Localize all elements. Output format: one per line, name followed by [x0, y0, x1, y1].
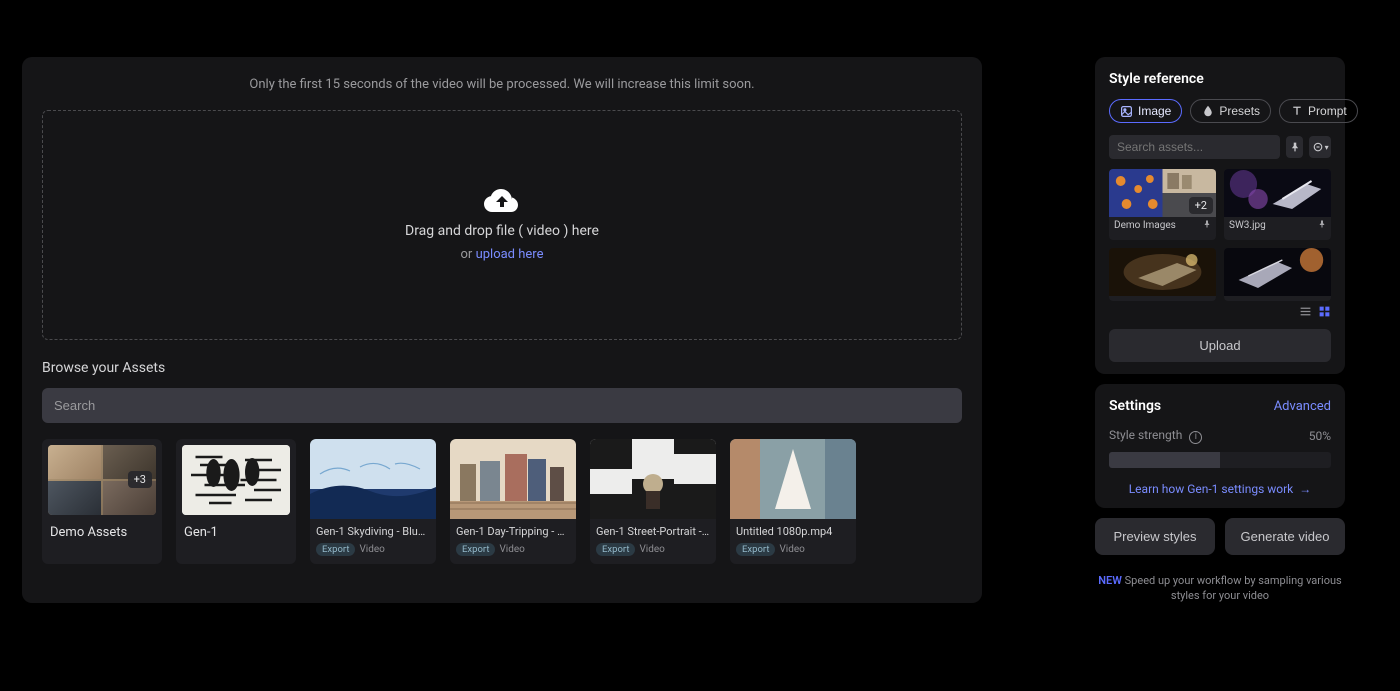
arrow-right-icon: →	[1299, 482, 1311, 496]
asset-video-card[interactable]: Untitled 1080p.mp4 Export Video	[730, 439, 856, 564]
tab-image[interactable]: Image	[1109, 99, 1182, 123]
side-panel: Style reference Image Presets Prompt ▾	[1095, 57, 1345, 603]
export-chip: Export	[316, 543, 355, 556]
style-asset-item[interactable]	[1224, 248, 1331, 302]
grid-view-icon[interactable]	[1318, 305, 1331, 321]
upload-cloud-icon	[484, 189, 520, 215]
dropzone-sub-text: or upload here	[461, 247, 544, 262]
style-search-input[interactable]	[1109, 135, 1280, 159]
options-button[interactable]: ▾	[1309, 136, 1331, 158]
type-chip: Video	[779, 544, 804, 555]
image-icon	[1120, 105, 1133, 118]
action-row: Preview styles Generate video	[1095, 518, 1345, 555]
strength-slider[interactable]	[1109, 452, 1331, 468]
browse-assets-heading: Browse your Assets	[42, 360, 962, 376]
pin-icon	[1318, 220, 1326, 231]
tab-prompt[interactable]: Prompt	[1279, 99, 1358, 123]
folder-name-label: Gen-1	[182, 525, 290, 540]
video-title: Untitled 1080p.mp4	[736, 525, 850, 538]
folder-gen-1[interactable]: Gen-1	[176, 439, 296, 564]
video-title: Gen-1 Skydiving - Blue ...	[316, 525, 430, 538]
style-reference-title: Style reference	[1109, 71, 1331, 87]
tab-presets[interactable]: Presets	[1190, 99, 1271, 123]
style-reference-card: Style reference Image Presets Prompt ▾	[1095, 57, 1345, 374]
export-chip: Export	[596, 543, 635, 556]
view-toggle	[1109, 305, 1331, 321]
new-badge: NEW	[1098, 574, 1122, 587]
settings-card: Settings Advanced Style strength i 50% L…	[1095, 384, 1345, 508]
text-icon	[1290, 105, 1303, 118]
learn-settings-link[interactable]: Learn how Gen-1 settings work →	[1109, 482, 1331, 496]
workflow-tip: NEW Speed up your workflow by sampling v…	[1095, 573, 1345, 604]
advanced-link[interactable]: Advanced	[1274, 399, 1331, 414]
asset-row: +3 Demo Assets Gen-1	[42, 439, 962, 564]
slider-fill	[1109, 452, 1220, 468]
asset-search-input[interactable]	[42, 388, 962, 423]
style-asset-demo-images[interactable]: +2 Demo Images	[1109, 169, 1216, 240]
droplet-icon	[1201, 105, 1214, 118]
asset-video-card[interactable]: Gen-1 Day-Tripping - W... Export Video	[450, 439, 576, 564]
pin-icon	[1203, 220, 1211, 231]
type-chip: Video	[359, 544, 384, 555]
pin-filter-button[interactable]	[1286, 136, 1303, 158]
asset-video-card[interactable]: Gen-1 Skydiving - Blue ... Export Video	[310, 439, 436, 564]
export-chip: Export	[736, 543, 775, 556]
type-chip: Video	[639, 544, 664, 555]
info-icon[interactable]: i	[1189, 431, 1202, 444]
style-count-badge: +2	[1189, 197, 1213, 214]
strength-label: Style strength	[1109, 428, 1182, 442]
video-title: Gen-1 Street-Portrait - ...	[596, 525, 710, 538]
dropzone-main-text: Drag and drop file ( video ) here	[405, 223, 599, 239]
preview-styles-button[interactable]: Preview styles	[1095, 518, 1215, 555]
video-dropzone[interactable]: Drag and drop file ( video ) here or upl…	[42, 110, 962, 340]
export-chip: Export	[456, 543, 495, 556]
style-tabs: Image Presets Prompt	[1109, 99, 1331, 123]
folder-count-badge: +3	[128, 471, 152, 488]
style-asset-sw3[interactable]: SW3.jpg	[1224, 169, 1331, 240]
style-asset-item[interactable]	[1109, 248, 1216, 302]
generate-video-button[interactable]: Generate video	[1225, 518, 1345, 555]
video-title: Gen-1 Day-Tripping - W...	[456, 525, 570, 538]
style-asset-grid: +2 Demo Images	[1109, 169, 1331, 301]
asset-video-card[interactable]: Gen-1 Street-Portrait - ... Export Video	[590, 439, 716, 564]
type-chip: Video	[499, 544, 524, 555]
style-item-name: Demo Images	[1114, 220, 1176, 231]
upload-here-link[interactable]: upload here	[476, 247, 544, 262]
processing-notice: Only the first 15 seconds of the video w…	[42, 77, 962, 92]
list-view-icon[interactable]	[1299, 305, 1312, 321]
style-upload-button[interactable]: Upload	[1109, 329, 1331, 362]
settings-title: Settings	[1109, 398, 1161, 414]
main-panel: Only the first 15 seconds of the video w…	[22, 57, 982, 603]
strength-value: 50%	[1309, 429, 1331, 443]
folder-name-label: Demo Assets	[48, 525, 156, 540]
style-item-name: SW3.jpg	[1229, 220, 1266, 231]
folder-demo-assets[interactable]: +3 Demo Assets	[42, 439, 162, 564]
